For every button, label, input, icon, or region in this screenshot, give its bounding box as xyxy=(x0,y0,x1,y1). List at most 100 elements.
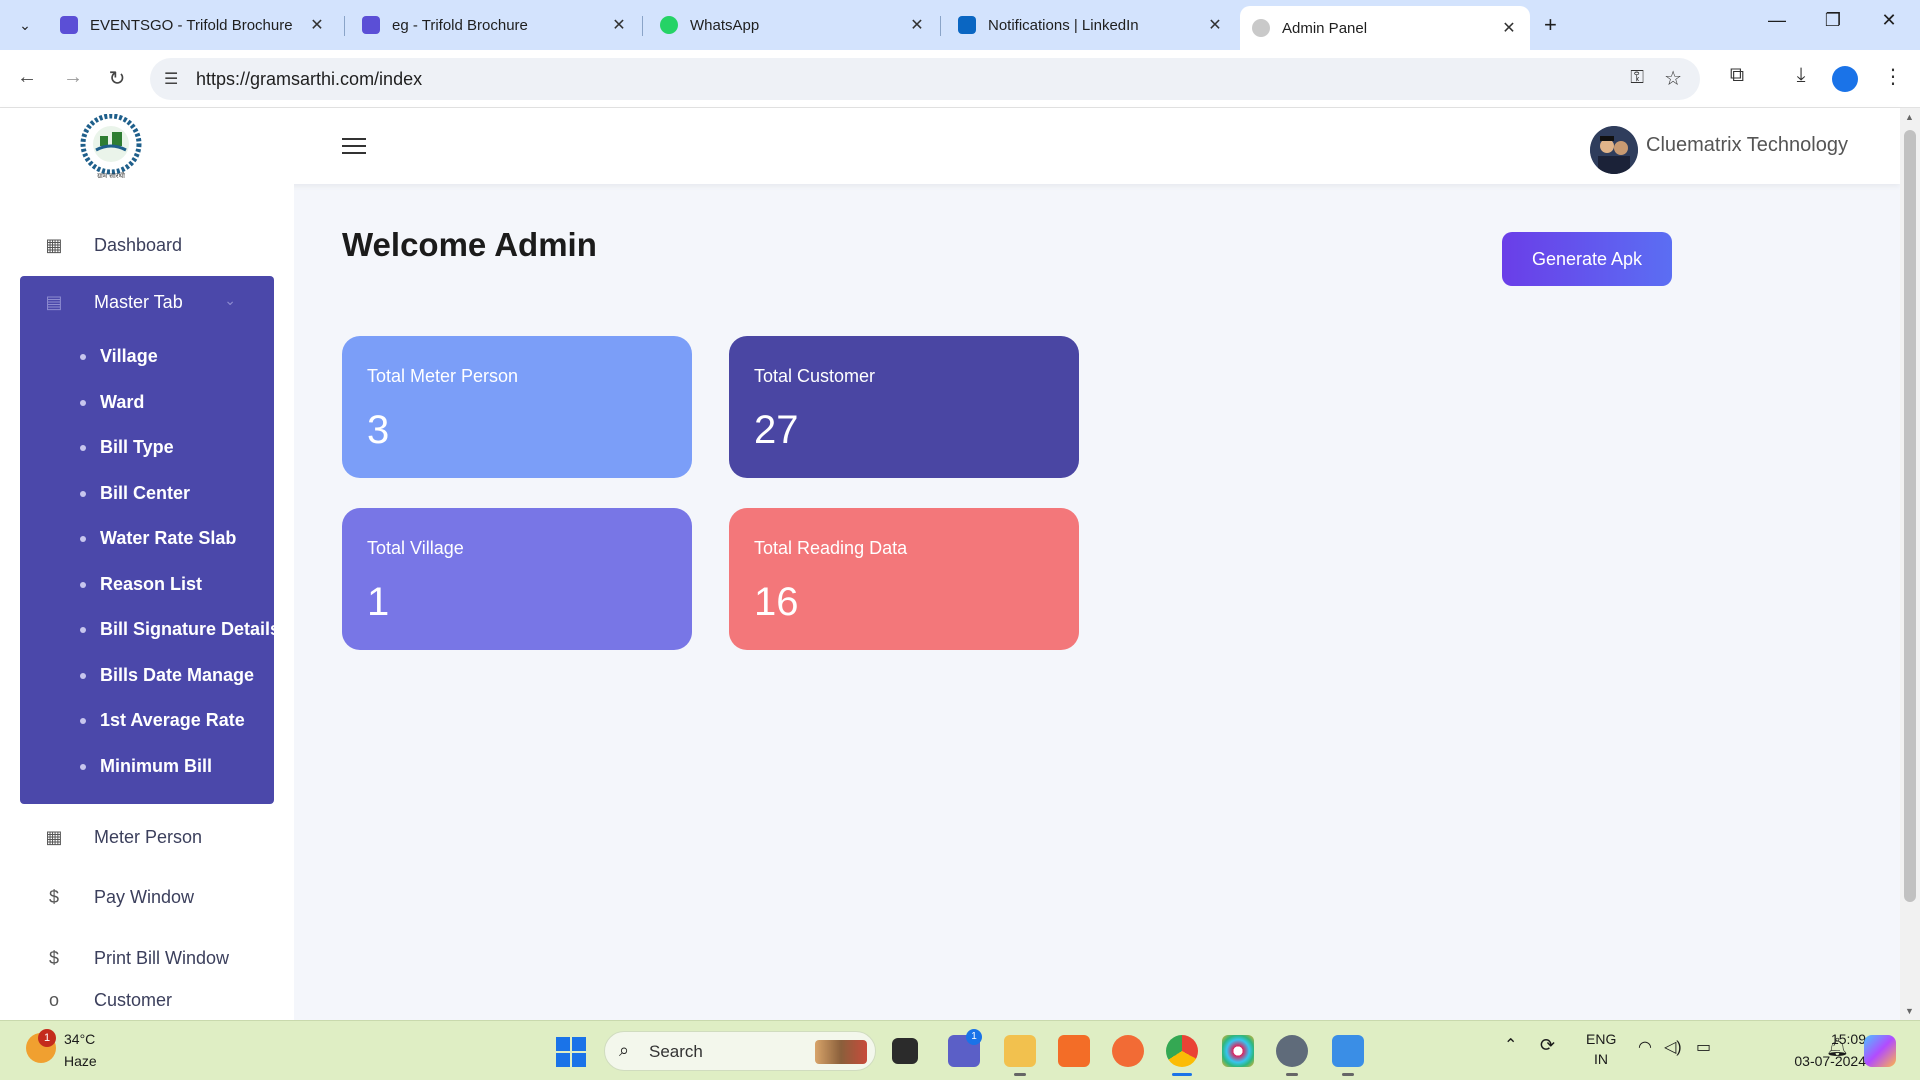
sidebar-item-dashboard[interactable]: ▦ Dashboard xyxy=(20,220,274,270)
close-icon[interactable]: ✕ xyxy=(610,15,628,35)
wifi-icon[interactable]: ◠ xyxy=(1638,1037,1652,1057)
close-icon[interactable]: ✕ xyxy=(908,15,926,35)
submenu-item-reason-list[interactable]: Reason List xyxy=(80,574,202,595)
copilot-icon[interactable] xyxy=(1864,1035,1896,1067)
scroll-up-icon[interactable]: ▲ xyxy=(1905,112,1914,122)
stat-card-reading-data[interactable]: Total Reading Data 16 xyxy=(729,508,1079,650)
scrollbar-thumb[interactable] xyxy=(1904,130,1916,902)
tab-whatsapp[interactable]: WhatsApp ✕ xyxy=(648,8,938,42)
stat-value: 1 xyxy=(367,580,390,624)
sidebar-item-meter-person[interactable]: ▦ Meter Person xyxy=(20,812,274,862)
tab-divider xyxy=(344,16,345,36)
photos-icon[interactable] xyxy=(1332,1035,1364,1067)
weather-description[interactable]: Haze xyxy=(64,1053,97,1069)
postman-icon[interactable] xyxy=(1112,1035,1144,1067)
taskbar-search[interactable]: ⌕ Search xyxy=(604,1031,876,1071)
sidebar-item-label: Meter Person xyxy=(94,826,203,847)
tab-title: EVENTSGO - Trifold Brochure xyxy=(90,16,293,34)
xampp-icon[interactable] xyxy=(1058,1035,1090,1067)
new-tab-icon[interactable]: + xyxy=(1544,12,1557,38)
volume-icon[interactable]: ◁) xyxy=(1664,1037,1682,1057)
battery-icon[interactable]: ▭ xyxy=(1696,1037,1711,1057)
minimize-icon[interactable]: — xyxy=(1762,10,1792,31)
submenu-item-village[interactable]: Village xyxy=(80,346,158,367)
close-window-icon[interactable]: ✕ xyxy=(1874,10,1904,31)
chrome-icon[interactable] xyxy=(1166,1035,1198,1067)
tab-eventsgo[interactable]: EVENTSGO - Trifold Brochure ✕ xyxy=(48,8,338,42)
sidebar-item-master-tab[interactable]: ▤ Master Tab ⌄ xyxy=(20,276,274,328)
tab-divider xyxy=(940,16,941,36)
submenu-item-bill-type[interactable]: Bill Type xyxy=(80,437,174,458)
stat-card-village[interactable]: Total Village 1 xyxy=(342,508,692,650)
slack-icon[interactable] xyxy=(1222,1035,1254,1067)
url-text[interactable]: https://gramsarthi.com/index xyxy=(196,69,422,90)
page-title: Welcome Admin xyxy=(342,226,597,263)
language-top[interactable]: ENG xyxy=(1586,1031,1616,1047)
sidebar-item-customer[interactable]: o Customer xyxy=(20,990,274,1020)
stat-card-customer[interactable]: Total Customer 27 xyxy=(729,336,1079,478)
tab-admin-panel[interactable]: Admin Panel ✕ xyxy=(1240,6,1530,50)
forward-icon[interactable]: → xyxy=(60,66,86,89)
windows-taskbar: 1 34°C Haze ⌕ Search 1 ⌃ ⟳ ENG IN ◠ ◁) ▭… xyxy=(0,1020,1920,1080)
sidebar-item-label: Customer xyxy=(94,990,173,1010)
whatsapp-favicon-icon xyxy=(660,16,678,34)
sidebar-item-label: Print Bill Window xyxy=(94,947,230,968)
notification-bell-icon[interactable]: 🔔︎ xyxy=(1826,1037,1849,1058)
stat-value: 16 xyxy=(754,580,799,624)
back-icon[interactable]: ← xyxy=(14,66,40,89)
page-scrollbar[interactable]: ▲ ▼ xyxy=(1900,108,1920,1020)
dollar-icon: $ xyxy=(48,947,59,968)
file-explorer-icon[interactable] xyxy=(1004,1035,1036,1067)
tab-search-chevron-icon[interactable]: ⌄ xyxy=(12,12,38,38)
submenu-item-bill-signature-details[interactable]: Bill Signature Details xyxy=(80,619,280,640)
bookmark-star-icon[interactable]: ☆ xyxy=(1664,66,1682,91)
submenu-item-water-rate-slab[interactable]: Water Rate Slab xyxy=(80,528,236,549)
close-icon[interactable]: ✕ xyxy=(1206,15,1224,35)
task-view-icon[interactable] xyxy=(892,1038,918,1064)
grid-icon: ▦ xyxy=(45,826,63,847)
clock-time[interactable]: 15:09 xyxy=(1776,1031,1866,1047)
download-icon[interactable]: ⤓ xyxy=(1786,64,1816,87)
address-bar[interactable]: ☰ https://gramsarthi.com/index ⚿ ☆ xyxy=(150,58,1700,100)
submenu-item-ward[interactable]: Ward xyxy=(80,392,144,413)
sidebar: ▦ Dashboard ▤ Master Tab ⌄ Village Ward … xyxy=(0,184,294,1020)
close-icon[interactable]: ✕ xyxy=(1500,18,1518,38)
sync-icon[interactable]: ⟳ xyxy=(1540,1035,1555,1056)
weather-temperature[interactable]: 34°C xyxy=(64,1031,95,1047)
gramsarthi-logo[interactable]: ग्राम सारथी xyxy=(74,114,148,180)
stat-label: Total Meter Person xyxy=(367,366,519,386)
close-icon[interactable]: ✕ xyxy=(308,15,326,35)
submenu-item-bills-date-manage[interactable]: Bills Date Manage xyxy=(80,665,254,686)
org-avatar[interactable] xyxy=(1590,126,1638,174)
scroll-down-icon[interactable]: ▼ xyxy=(1905,1006,1914,1016)
submenu-item-bill-center[interactable]: Bill Center xyxy=(80,483,190,504)
reload-icon[interactable]: ↻ xyxy=(104,66,130,91)
sidebar-item-pay-window[interactable]: $ Pay Window xyxy=(20,872,274,922)
profile-avatar-icon[interactable] xyxy=(1832,66,1858,92)
menu-kebab-icon[interactable]: ⋮ xyxy=(1878,64,1908,89)
canva-favicon-icon xyxy=(60,16,78,34)
running-indicator xyxy=(1014,1073,1026,1076)
search-icon: ⌕ xyxy=(619,1040,630,1060)
chevron-down-icon: ⌄ xyxy=(224,292,236,308)
password-key-icon[interactable]: ⚿ xyxy=(1630,67,1644,88)
generate-apk-button[interactable]: Generate Apk xyxy=(1502,232,1672,286)
user-icon: o xyxy=(48,990,59,1010)
restore-icon[interactable]: ❐ xyxy=(1818,10,1848,31)
tab-title: Notifications | LinkedIn xyxy=(988,16,1139,34)
stat-card-meter-person[interactable]: Total Meter Person 3 xyxy=(342,336,692,478)
extensions-icon[interactable]: ⧉ xyxy=(1722,64,1752,87)
canva-favicon-icon xyxy=(362,16,380,34)
submenu-item-1st-average-rate[interactable]: 1st Average Rate xyxy=(80,710,245,731)
submenu-item-minimum-bill[interactable]: Minimum Bill xyxy=(80,756,212,777)
tab-eg-brochure[interactable]: eg - Trifold Brochure ✕ xyxy=(350,8,640,42)
hamburger-menu-icon[interactable] xyxy=(342,138,366,156)
windows-start-icon[interactable] xyxy=(556,1037,586,1067)
language-bottom[interactable]: IN xyxy=(1594,1051,1608,1067)
org-name[interactable]: Cluematrix Technology xyxy=(1646,134,1848,157)
site-info-icon[interactable]: ☰ xyxy=(164,69,178,89)
sidebar-item-print-bill-window[interactable]: $ Print Bill Window xyxy=(20,933,274,983)
chevron-up-icon[interactable]: ⌃ xyxy=(1504,1035,1517,1055)
tab-linkedin[interactable]: Notifications | LinkedIn ✕ xyxy=(946,8,1236,42)
settings-gear-icon[interactable] xyxy=(1276,1035,1308,1067)
